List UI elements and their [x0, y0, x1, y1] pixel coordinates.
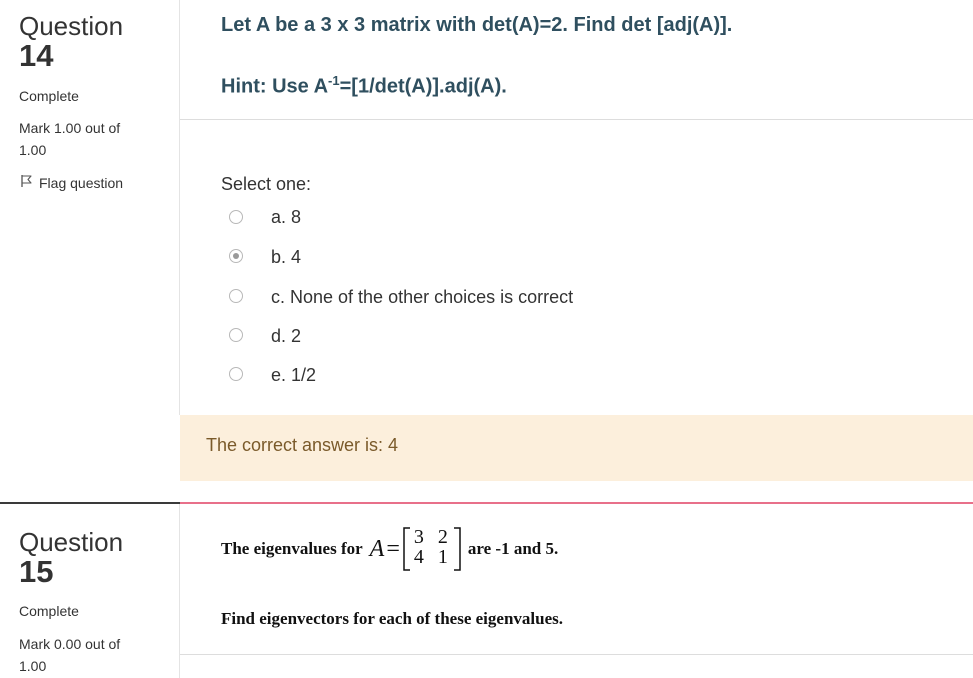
q15-column-divider	[179, 504, 180, 678]
q14-flag-question-button[interactable]: Flag question	[19, 174, 123, 191]
q15-mark-line2: 1.00	[19, 658, 47, 674]
q15-matrix-equals: =	[386, 535, 400, 562]
q14-correct-answer-text: The correct answer is: 4	[206, 435, 399, 455]
q14-hint-suffix: =[1/det(A)].adj(A).	[339, 75, 507, 98]
q14-option-b-radio[interactable]	[229, 249, 243, 263]
q15-instruction: Find eigenvectors for each of these eige…	[221, 609, 563, 628]
q14-option-d-label: d. 2	[271, 326, 302, 346]
q15-text-before: The eigenvalues for	[221, 539, 363, 558]
q14-mark-line1: Mark 1.00 out of	[19, 120, 121, 136]
q15-question-label: Question	[19, 527, 124, 557]
q14-hint-prefix: Hint: Use A	[221, 75, 329, 98]
q15-matrix-variable: A	[369, 535, 385, 562]
q14-status: Complete	[19, 88, 79, 104]
q14-hint-superscript: -1	[328, 73, 340, 88]
q14-option-c-radio[interactable]	[229, 289, 243, 303]
q14-option-d-radio[interactable]	[229, 328, 243, 342]
q14-question-separator	[180, 119, 973, 120]
q15-question-number: 15	[19, 554, 54, 589]
q15-mark-line1: Mark 0.00 out of	[19, 636, 121, 652]
q14-column-divider	[179, 0, 180, 415]
question-divider-right	[180, 502, 973, 504]
q14-option-e-label: e. 1/2	[271, 365, 317, 385]
flag-question-label: Flag question	[39, 174, 124, 191]
q14-option-a-radio[interactable]	[229, 210, 243, 224]
q14-option-c-label: c. None of the other choices is correct	[271, 287, 574, 307]
question-divider-left	[0, 502, 180, 504]
q14-question-text: Let A be a 3 x 3 matrix with det(A)=2. F…	[221, 14, 733, 36]
q14-feedback-box: The correct answer is: 4	[180, 415, 973, 481]
q14-option-e-radio[interactable]	[229, 367, 243, 381]
matrix-brackets	[403, 527, 461, 571]
q14-question-label: Question	[19, 11, 124, 41]
matrix-cell-r2c1: 4	[413, 546, 424, 568]
q15-text-after: are -1 and 5.	[467, 539, 559, 558]
q14-mark-line2: 1.00	[19, 142, 47, 158]
flag-icon	[19, 174, 33, 191]
q14-question-number: 14	[19, 38, 54, 73]
q14-option-b-label: b. 4	[271, 247, 302, 267]
q14-hint: Hint: Use A-1=[1/det(A)].adj(A).	[221, 73, 507, 99]
q15-status: Complete	[19, 603, 79, 619]
q14-option-a-label: a. 8	[271, 207, 302, 227]
q14-select-one-prompt: Select one:	[221, 174, 312, 194]
matrix-cell-r2c2: 1	[437, 546, 448, 568]
q15-matrix: 3 2 4 1	[402, 526, 462, 572]
q15-question-text: The eigenvalues for A = 3 2 4 1 are -1 a…	[221, 524, 558, 574]
q15-question-separator	[180, 654, 973, 655]
